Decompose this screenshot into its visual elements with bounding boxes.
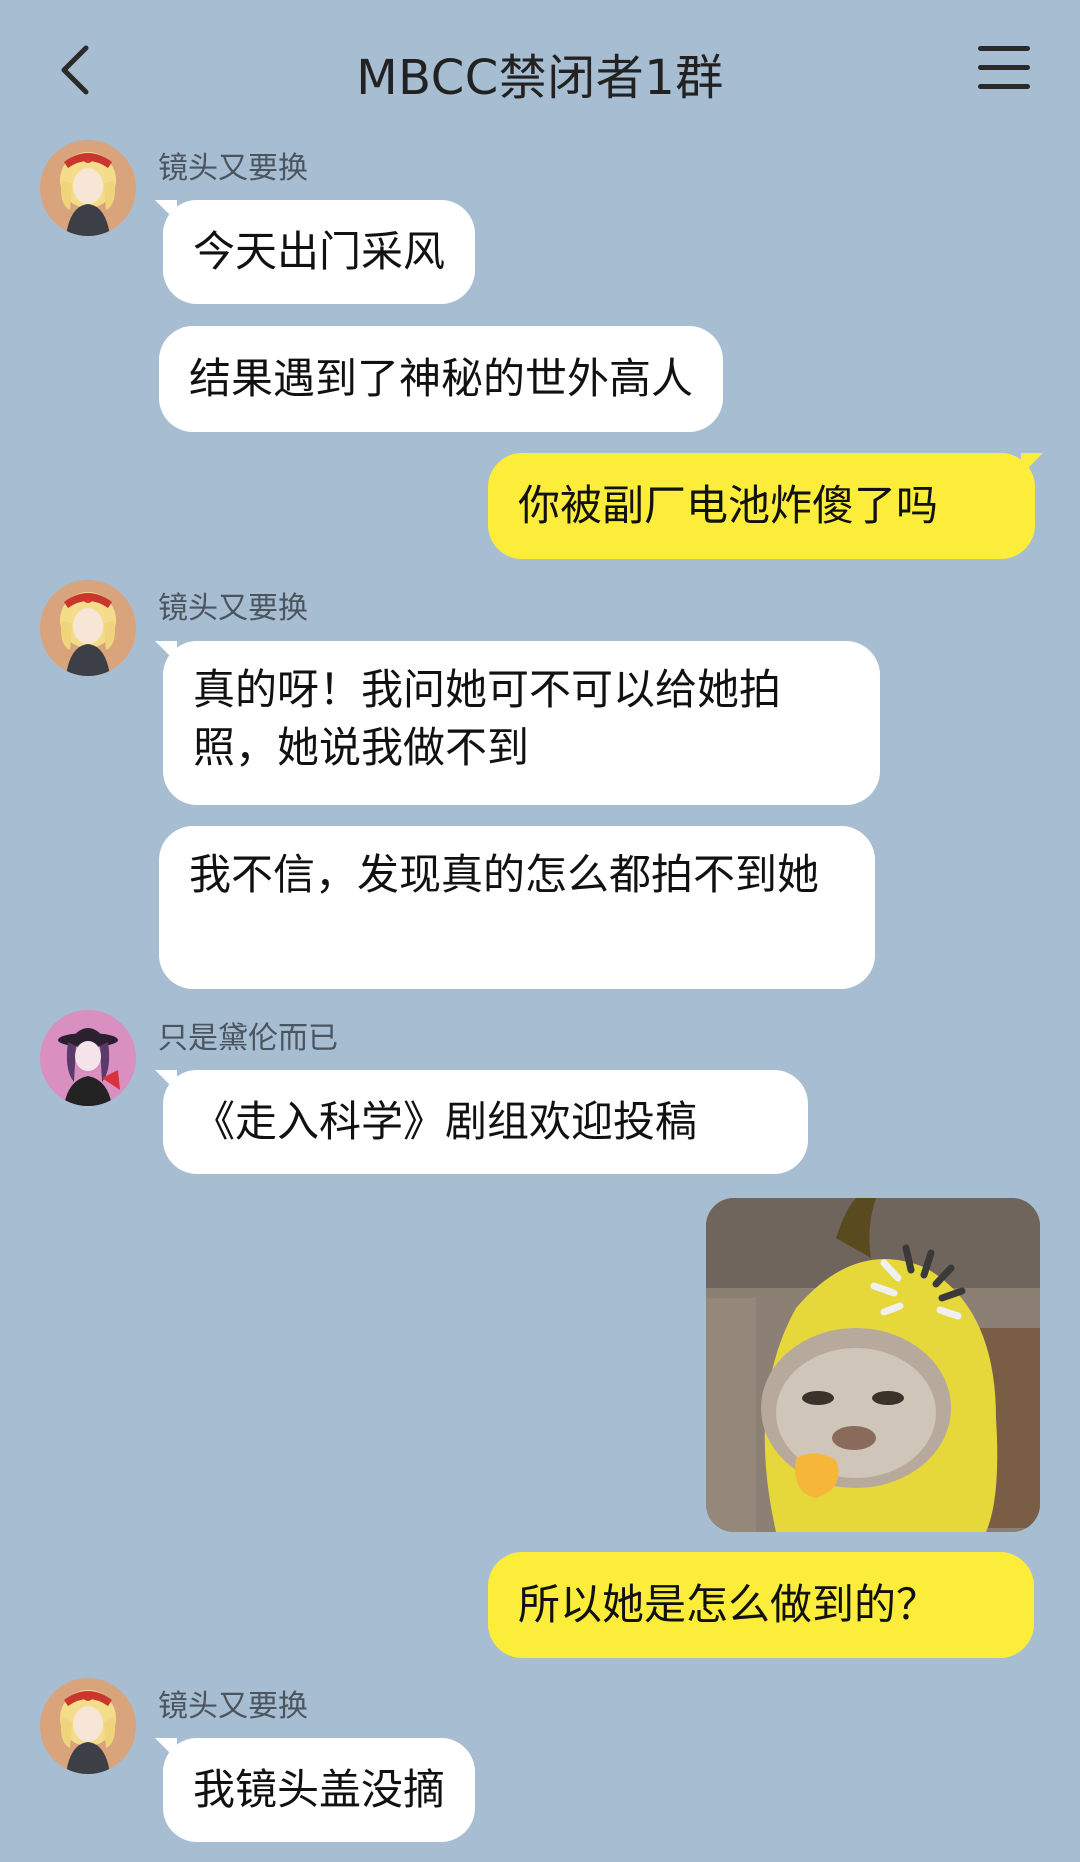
message-text: 我不信，发现真的怎么都拍不到她 [189,850,820,899]
message-bubble[interactable]: 我不信，发现真的怎么都拍不到她 [159,826,875,989]
blonde-girl-avatar-icon [40,580,136,676]
my-message-bubble[interactable]: 你被副厂电池炸傻了吗 [488,453,1035,559]
chat-header: MBCC禁闭者1群 [0,0,1080,142]
message-text: 《走入科学》剧组欢迎投稿 [193,1097,698,1146]
sticker-image[interactable] [706,1198,1040,1532]
avatar[interactable] [40,140,136,236]
chat-title: MBCC禁闭者1群 [356,50,724,106]
message-bubble[interactable]: 今天出门采风 [163,200,476,304]
sender-name: 只是黛伦而已 [158,1021,338,1056]
message-text: 所以她是怎么做到的？ [518,1580,939,1629]
avatar[interactable] [40,580,136,676]
message-text: 结果遇到了神秘的世外高人 [189,354,694,403]
message-text: 我镜头盖没摘 [193,1765,446,1814]
message-bubble[interactable]: 《走入科学》剧组欢迎投稿 [163,1070,808,1174]
hamburger-icon [978,46,1030,89]
avatar[interactable] [40,1678,136,1774]
message-bubble[interactable]: 我镜头盖没摘 [163,1738,476,1842]
message-bubble[interactable]: 结果遇到了神秘的世外高人 [159,326,724,432]
hat-girl-avatar-icon [40,1010,136,1106]
my-message-bubble[interactable]: 所以她是怎么做到的？ [488,1552,1034,1658]
message-text: 今天出门采风 [193,227,446,276]
chevron-left-icon [61,45,89,95]
blonde-girl-avatar-icon [40,1678,136,1774]
blonde-girl-avatar-icon [40,140,136,236]
avatar[interactable] [40,1010,136,1106]
sender-name: 镜头又要换 [158,1689,308,1724]
message-text: 真的呀！我问她可不可以给她拍照，她说我做不到 [193,665,782,772]
menu-button[interactable] [978,46,1030,94]
banana-cat-sticker-icon [706,1198,1040,1532]
message-text: 你被副厂电池炸傻了吗 [518,481,939,530]
sender-name: 镜头又要换 [158,151,308,186]
sender-name: 镜头又要换 [158,591,308,626]
back-button[interactable] [50,40,110,100]
message-bubble[interactable]: 真的呀！我问她可不可以给她拍照，她说我做不到 [163,641,880,805]
